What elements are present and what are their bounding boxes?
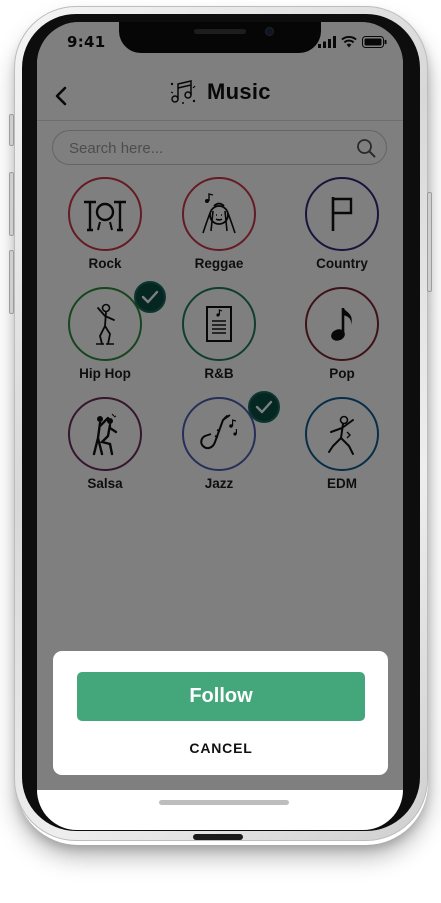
follow-sheet: Follow CANCEL [53,651,388,775]
cancel-button[interactable]: CANCEL [145,736,297,760]
volume-up-button [9,172,14,236]
phone-bottom-port [193,834,243,840]
home-bar-area [37,790,403,830]
follow-button[interactable]: Follow [77,672,365,721]
power-button [427,192,432,292]
app-screen: 9:41 [37,22,403,790]
mute-switch [9,114,14,146]
volume-down-button [9,250,14,314]
home-indicator[interactable] [159,800,289,805]
